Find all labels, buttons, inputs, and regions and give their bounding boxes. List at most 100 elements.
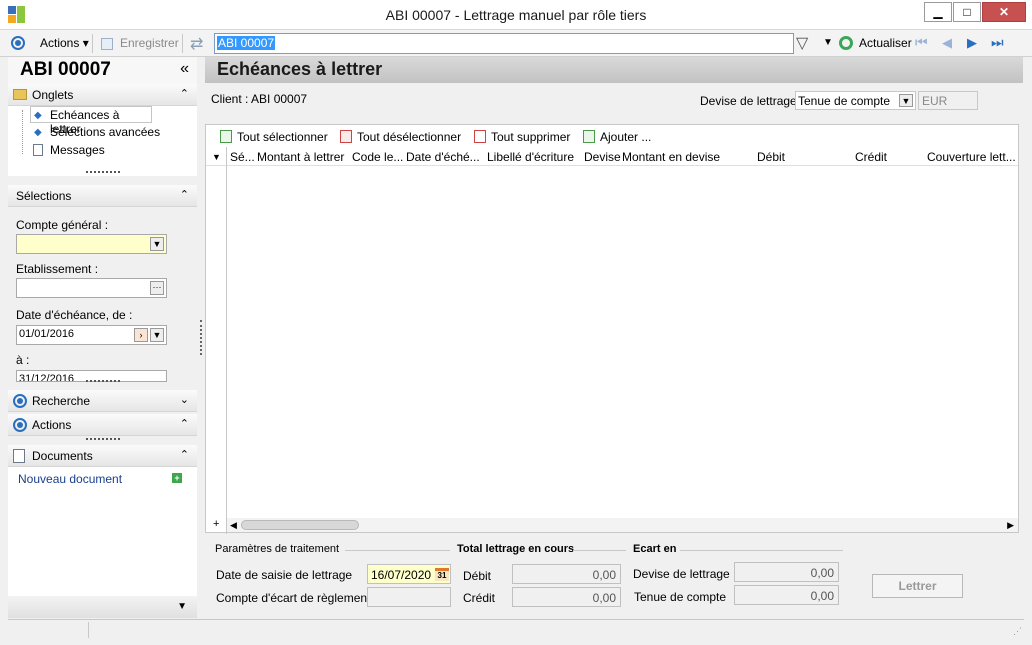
main-header: Echéances à lettrer [205, 57, 1023, 83]
compte-general-label: Compte général : [16, 218, 109, 232]
horizontal-scrollbar[interactable]: + ◀ ▶ [213, 518, 1018, 532]
onglets-title: Onglets [32, 88, 74, 102]
expand-icon[interactable]: + [213, 518, 219, 530]
collapse-panel-button[interactable]: « [180, 60, 189, 78]
etablissement-label: Etablissement : [16, 262, 99, 276]
devise-code-value: EUR [922, 94, 948, 108]
chevron-down-icon: ▼ [177, 601, 187, 612]
filter-dropdown-icon[interactable]: ▼ [823, 37, 833, 48]
next-record-icon[interactable]: ▶ [967, 35, 977, 51]
selections-title: Sélections [16, 189, 72, 203]
chevron-down-icon[interactable]: ▼ [899, 94, 913, 107]
total-debit-value: 0,00 [592, 568, 616, 582]
column-header-debit[interactable]: Débit [757, 150, 785, 164]
scroll-left-icon[interactable]: ◀ [230, 520, 237, 531]
home-icon[interactable] [11, 36, 25, 50]
devise-code-field: EUR [918, 91, 978, 110]
delete-icon [474, 130, 486, 143]
tab-selections-avancees-label: Sélections avancées [50, 125, 161, 139]
date-de-value: 01/01/2016 [19, 328, 75, 340]
scroll-thumb[interactable] [241, 520, 359, 530]
column-header-credit[interactable]: Crédit [855, 150, 887, 164]
sync-icon[interactable]: ⇄ [190, 34, 203, 54]
actions-title: Actions [32, 418, 72, 432]
onglets-section-header[interactable]: Onglets ⌃ [8, 84, 197, 106]
resize-grip-icon[interactable]: ⋰ [1013, 626, 1022, 637]
devise-lettrage-select[interactable]: Tenue de compte ▼ [795, 91, 916, 110]
status-bar: ⋰ [8, 619, 1024, 639]
total-credit-field: 0,00 [512, 587, 621, 607]
compte-ecart-label: Compte d'écart de règlement [216, 591, 371, 605]
etablissement-field[interactable]: ··· [16, 278, 167, 298]
delete-all-button[interactable]: Tout supprimer [474, 130, 570, 144]
calendar-icon[interactable]: 31 [435, 568, 449, 581]
date-saisie-field[interactable]: 16/07/2020 31 [367, 564, 451, 584]
devise-lettrage-value: Tenue de compte [798, 94, 891, 108]
first-record-icon[interactable]: ⏮ [915, 34, 928, 51]
date-de-field[interactable]: 01/01/2016 › ▼ [16, 325, 167, 345]
close-button[interactable]: ✕ [982, 2, 1026, 22]
add-icon[interactable]: + [172, 473, 182, 483]
grid-toolbar: Tout sélectionner Tout désélectionner To… [206, 125, 1018, 147]
left-panel-footer[interactable]: ▼ [8, 596, 197, 618]
tab-messages[interactable]: Messages [30, 142, 170, 159]
recherche-icon [13, 394, 27, 408]
maximize-button[interactable]: □ [953, 2, 981, 22]
search-input[interactable]: ABI 00007 [214, 33, 794, 54]
column-header-selection[interactable]: Sé... [230, 150, 255, 164]
select-all-label: Tout sélectionner [237, 130, 328, 144]
add-button[interactable]: Ajouter ... [583, 130, 651, 144]
deselect-all-icon [340, 130, 352, 143]
chevron-down-icon: ⌄ [179, 394, 189, 406]
onglets-list: ◆ Echéances à lettrer ◆ Sélections avanc… [8, 106, 197, 176]
left-panel: ABI 00007 « Onglets ⌃ ◆ Echéances à lett… [8, 57, 197, 618]
left-panel-header: ABI 00007 « [8, 57, 197, 84]
minimize-button[interactable]: ▁ [924, 2, 952, 22]
actions-section-header[interactable]: Actions ⌃ [8, 414, 197, 436]
splitter-handle[interactable] [200, 320, 203, 355]
scroll-right-icon[interactable]: ▶ [1007, 520, 1014, 531]
actions-menu[interactable]: Actions ▾ [40, 36, 89, 50]
date-a-value: 31/12/2016 [19, 373, 75, 382]
compte-general-field[interactable]: ▼ [16, 234, 167, 254]
refresh-icon[interactable] [839, 36, 853, 50]
window-title: ABI 00007 - Lettrage manuel par rôle tie… [385, 7, 647, 23]
save-button[interactable]: Enregistrer [120, 36, 179, 50]
compte-ecart-field[interactable] [367, 587, 451, 607]
chevron-down-icon[interactable]: ▼ [150, 328, 164, 342]
chevron-down-icon[interactable]: ▼ [150, 237, 164, 251]
prev-record-icon[interactable]: ◀ [942, 35, 952, 51]
selections-section-header[interactable]: Sélections ⌃ [8, 185, 197, 207]
calendar-icon[interactable]: › [134, 328, 148, 342]
actions-label: Actions [40, 36, 80, 50]
select-all-icon [220, 130, 232, 143]
date-de-label: Date d'échéance, de : [16, 308, 133, 322]
deselect-all-button[interactable]: Tout désélectionner [340, 130, 461, 144]
column-header-montant-devise[interactable]: Montant en devise [622, 150, 720, 164]
column-header-devise[interactable]: Devise [584, 150, 621, 164]
column-header-date-echeance[interactable]: Date d'éché... [406, 150, 480, 164]
total-title: Total lettrage en cours [457, 543, 575, 555]
row-menu-icon[interactable]: ▼ [212, 152, 221, 162]
column-header-code-lettrage[interactable]: Code le... [352, 150, 403, 164]
page-title: Echéances à lettrer [217, 59, 383, 79]
select-all-button[interactable]: Tout sélectionner [220, 130, 328, 144]
recherche-section-header[interactable]: Recherche ⌄ [8, 390, 197, 412]
column-header-libelle[interactable]: Libellé d'écriture [487, 150, 574, 164]
tab-selections-avancees[interactable]: ◆ Sélections avancées [30, 124, 170, 141]
ecart-tenue-field: 0,00 [734, 585, 839, 605]
save-icon [101, 38, 113, 50]
new-document-link[interactable]: Nouveau document [18, 472, 122, 486]
tab-echeances[interactable]: ◆ Echéances à lettrer [30, 106, 152, 136]
ellipsis-icon[interactable]: ··· [150, 281, 164, 295]
last-record-icon[interactable]: ⏭ [991, 34, 1004, 51]
refresh-button[interactable]: Actualiser [859, 36, 912, 50]
chevron-up-icon: ⌃ [179, 88, 189, 100]
lettrer-button[interactable]: Lettrer [872, 574, 963, 598]
filter-icon[interactable]: ▽ [796, 33, 808, 53]
delete-all-label: Tout supprimer [491, 130, 571, 144]
column-header-couverture[interactable]: Couverture lett... [927, 150, 1016, 164]
ecart-tenue-label: Tenue de compte [634, 590, 727, 604]
documents-section-header[interactable]: Documents ⌃ [8, 445, 197, 467]
column-header-montant-lettrer[interactable]: Montant à lettrer [257, 150, 344, 164]
